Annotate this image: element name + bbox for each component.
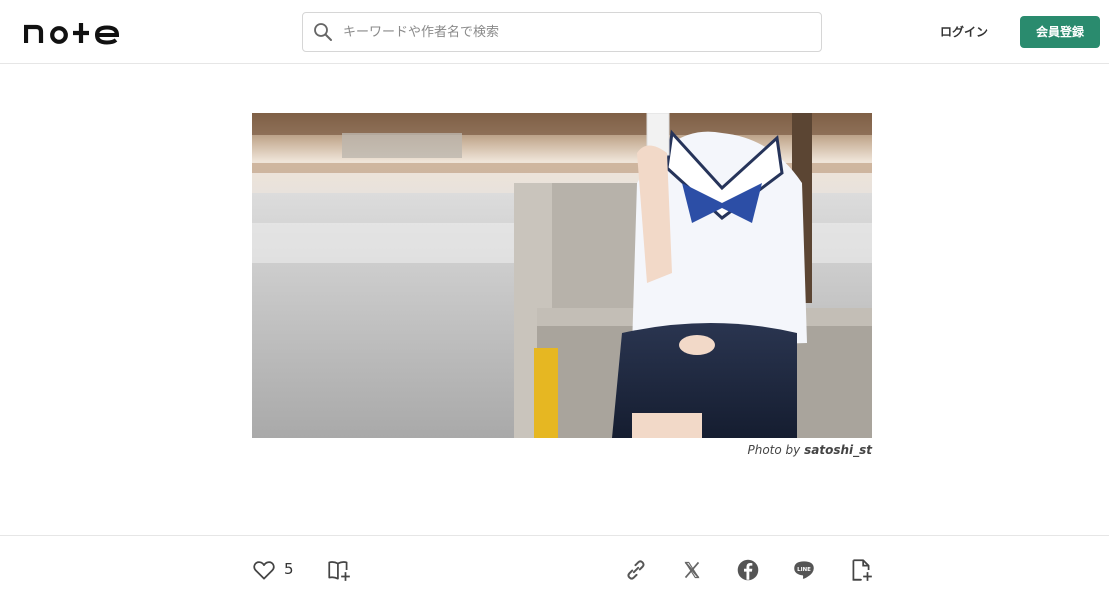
search-box[interactable] [302,12,822,52]
search-icon [314,23,332,41]
login-button[interactable]: ログイン [926,20,1002,44]
svg-text:LINE: LINE [797,567,811,573]
search-input[interactable] [343,13,813,51]
note-logo[interactable] [24,19,124,45]
signup-button[interactable]: 会員登録 [1020,16,1100,48]
like-count: 5 [284,560,294,578]
facebook-icon[interactable] [735,557,761,583]
photo-credit-author[interactable]: satoshi_st [804,443,872,457]
link-icon[interactable] [623,557,649,583]
article-action-bar: 5 LINE [0,535,1109,600]
photo-credit: Photo by satoshi_st [652,443,873,457]
line-icon[interactable]: LINE [791,557,817,583]
photo-credit-prefix: Photo by [747,443,801,457]
note-add-icon[interactable] [848,557,874,583]
heart-icon[interactable] [251,557,277,583]
site-header: ログイン 会員登録 [0,0,1109,64]
photo-illustration [252,113,872,438]
x-icon[interactable] [679,557,705,583]
article-eyecatch-image [252,113,872,438]
magazine-add-icon[interactable] [326,557,352,583]
